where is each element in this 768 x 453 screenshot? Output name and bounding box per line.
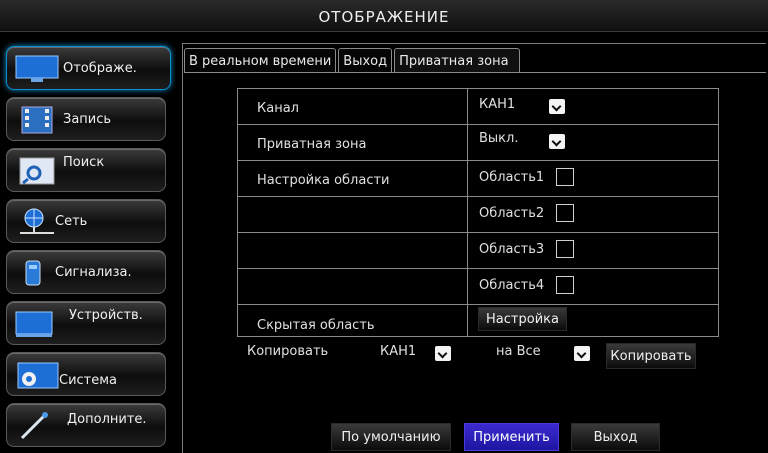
privacy-zone-dropdown[interactable] — [549, 134, 565, 149]
row-divider — [238, 304, 718, 305]
sidebar-item-search[interactable]: Поиск — [6, 148, 166, 192]
row-divider — [238, 124, 718, 125]
area2-label: Область2 — [479, 206, 545, 221]
copy-to-dropdown[interactable] — [574, 346, 590, 361]
area4-checkbox[interactable] — [556, 276, 574, 294]
network-icon — [20, 208, 54, 234]
channel-value[interactable]: КАН1 — [479, 97, 515, 112]
sidebar-item-label: Устройств. — [69, 308, 143, 323]
channel-dropdown[interactable] — [549, 99, 565, 114]
tab-bar: В реальном времени Выход Приватная зона — [184, 48, 522, 73]
row-divider — [238, 160, 718, 161]
area4-label: Область4 — [479, 278, 545, 293]
row-divider — [238, 196, 718, 197]
sidebar-item-system[interactable]: Система — [6, 352, 166, 396]
apply-button[interactable]: Применить — [464, 423, 559, 451]
sidebar-item-device[interactable]: Устройств. — [6, 301, 166, 345]
tool-icon — [20, 412, 48, 440]
area3-label: Область3 — [479, 242, 545, 257]
tab-divider — [184, 72, 766, 73]
sidebar-item-label: Сигнализа. — [55, 265, 132, 280]
tab-output[interactable]: Выход — [338, 48, 393, 73]
sidebar: Отображе. Запись Поиск Сеть Сигнализа. У… — [6, 42, 171, 453]
alarm-icon — [25, 260, 41, 286]
exit-button[interactable]: Выход — [571, 423, 660, 451]
area-setup-button[interactable]: Настройка — [478, 307, 567, 331]
sidebar-item-label: Сеть — [55, 214, 88, 229]
monitor-icon — [15, 55, 59, 82]
privacy-zone-label: Приватная зона — [257, 137, 367, 152]
settings-grid: Канал КАН1 Приватная зона Выкл. Настройк… — [237, 88, 719, 337]
tab-live[interactable]: В реальном времени — [184, 48, 337, 73]
copy-from-dropdown[interactable] — [435, 346, 451, 361]
magnifier-icon — [19, 157, 55, 185]
device-icon — [15, 311, 53, 337]
copy-from-value[interactable]: КАН1 — [380, 344, 416, 359]
copy-label: Копировать — [247, 344, 329, 359]
sidebar-item-display[interactable]: Отображе. — [6, 46, 171, 90]
hidden-area-label: Скрытая область — [257, 318, 375, 333]
sidebar-item-record[interactable]: Запись — [6, 97, 166, 141]
sidebar-item-network[interactable]: Сеть — [6, 199, 166, 243]
column-divider — [467, 89, 468, 336]
channel-label: Канал — [257, 101, 299, 116]
sidebar-item-label: Запись — [63, 112, 112, 127]
sidebar-item-label: Дополните. — [67, 412, 147, 427]
tab-privacy-zone[interactable]: Приватная зона — [394, 48, 520, 73]
privacy-zone-value[interactable]: Выкл. — [479, 131, 518, 146]
gear-icon — [17, 362, 59, 389]
copy-to-value[interactable]: на Все — [496, 344, 541, 359]
sidebar-item-label: Поиск — [63, 155, 105, 170]
area2-checkbox[interactable] — [556, 204, 574, 222]
sidebar-item-label: Отображе. — [63, 61, 137, 76]
copy-button[interactable]: Копировать — [606, 343, 696, 369]
sidebar-item-label: Система — [59, 373, 118, 388]
area1-checkbox[interactable] — [556, 168, 574, 186]
area3-checkbox[interactable] — [556, 240, 574, 258]
area1-label: Область1 — [479, 170, 545, 185]
default-button[interactable]: По умолчанию — [331, 423, 451, 451]
sidebar-item-alarm[interactable]: Сигнализа. — [6, 250, 166, 294]
row-divider — [238, 232, 718, 233]
row-divider — [238, 268, 718, 269]
area-setup-label: Настройка области — [257, 173, 390, 188]
sidebar-item-advanced[interactable]: Дополните. — [6, 403, 166, 447]
window-title: ОТОБРАЖЕНИЕ — [0, 0, 768, 32]
film-icon — [21, 106, 53, 134]
